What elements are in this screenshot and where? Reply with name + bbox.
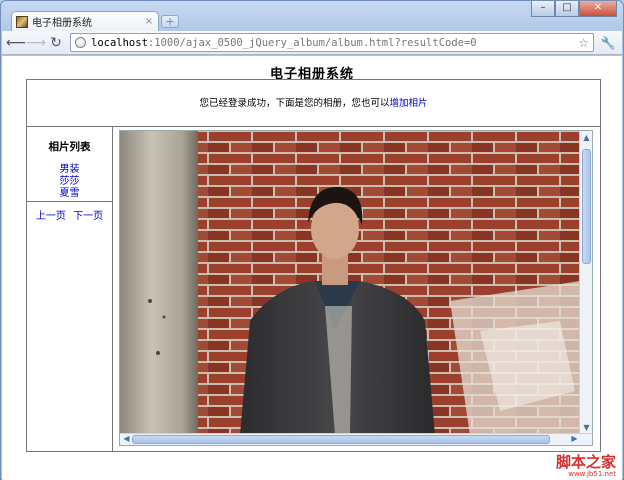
vertical-scroll-thumb[interactable] [582,149,591,264]
watermark-url: www.jb51.net [568,470,616,478]
scroll-up-icon[interactable]: ▲ [581,133,592,143]
address-bar[interactable]: localhost:1000/ajax_0500_jQuery_album/al… [70,33,594,52]
album-link[interactable]: 莎莎 [27,176,112,188]
welcome-message: 您已经登录成功，下面是您的相册，您也可以增加相片 [27,80,600,127]
album-links: 男装 莎莎 夏雪 [27,164,112,200]
favicon-icon [16,15,28,28]
site-watermark: 脚本之家 www.jb51.net [556,454,616,478]
album-photo [120,131,580,435]
reload-icon[interactable]: ↻ [46,33,66,53]
next-page-link[interactable]: 下一页 [73,211,103,222]
watermark-title: 脚本之家 [555,453,616,471]
maximize-icon[interactable]: □ [555,1,579,17]
globe-icon [75,37,86,48]
horizontal-scroll-thumb[interactable] [132,435,550,444]
horizontal-scrollbar[interactable]: ◀ ▶ [120,433,592,445]
tab-title: 电子相册系统 [32,18,92,29]
album-link[interactable]: 夏雪 [27,188,112,200]
prev-page-link[interactable]: 上一页 [36,211,66,222]
page-viewport: 电子相册系统 您已经登录成功，下面是您的相册，您也可以增加相片 相片列表 男装 … [2,56,622,480]
scroll-left-icon[interactable]: ◀ [121,434,132,444]
photo-list-title: 相片列表 [48,141,91,153]
minimize-icon[interactable]: – [531,1,555,17]
scroll-right-icon[interactable]: ▶ [569,434,580,444]
url-text: localhost:1000/ajax_0500_jQuery_album/al… [91,36,477,49]
browser-toolbar: ⟵ ⟶ ↻ localhost:1000/ajax_0500_jQuery_al… [2,31,622,55]
vertical-scrollbar[interactable]: ▲ ▼ [579,131,592,435]
close-icon[interactable]: ✕ [579,1,617,17]
wrench-icon[interactable]: 🔧 [598,36,618,50]
pager: 上一页 下一页 [27,207,112,222]
photo-viewer[interactable]: ▲ ▼ ◀ ▶ [119,130,593,446]
scroll-down-icon[interactable]: ▼ [581,423,592,433]
welcome-text: 您已经登录成功，下面是您的相册，您也可以 [199,98,390,109]
new-tab-button[interactable]: + [161,15,179,28]
divider [27,201,112,202]
bookmark-star-icon[interactable]: ☆ [578,36,589,50]
tab-close-icon[interactable]: × [144,16,154,27]
album-table: 您已经登录成功，下面是您的相册，您也可以增加相片 相片列表 男装 莎莎 夏雪 上… [26,79,601,452]
browser-tab[interactable]: 电子相册系统 × [11,11,159,31]
browser-window: – □ ✕ 电子相册系统 × + ⟵ ⟶ ↻ localhost:1000/aj… [0,0,624,480]
photo-illustration [120,131,580,435]
album-link[interactable]: 男装 [27,164,112,176]
add-photo-link[interactable]: 增加相片 [390,98,428,109]
forward-icon[interactable]: ⟶ [26,33,46,53]
window-controls: – □ ✕ [531,1,617,17]
photo-list-panel: 相片列表 男装 莎莎 夏雪 上一页 下一页 [27,127,113,451]
back-icon[interactable]: ⟵ [6,33,26,53]
